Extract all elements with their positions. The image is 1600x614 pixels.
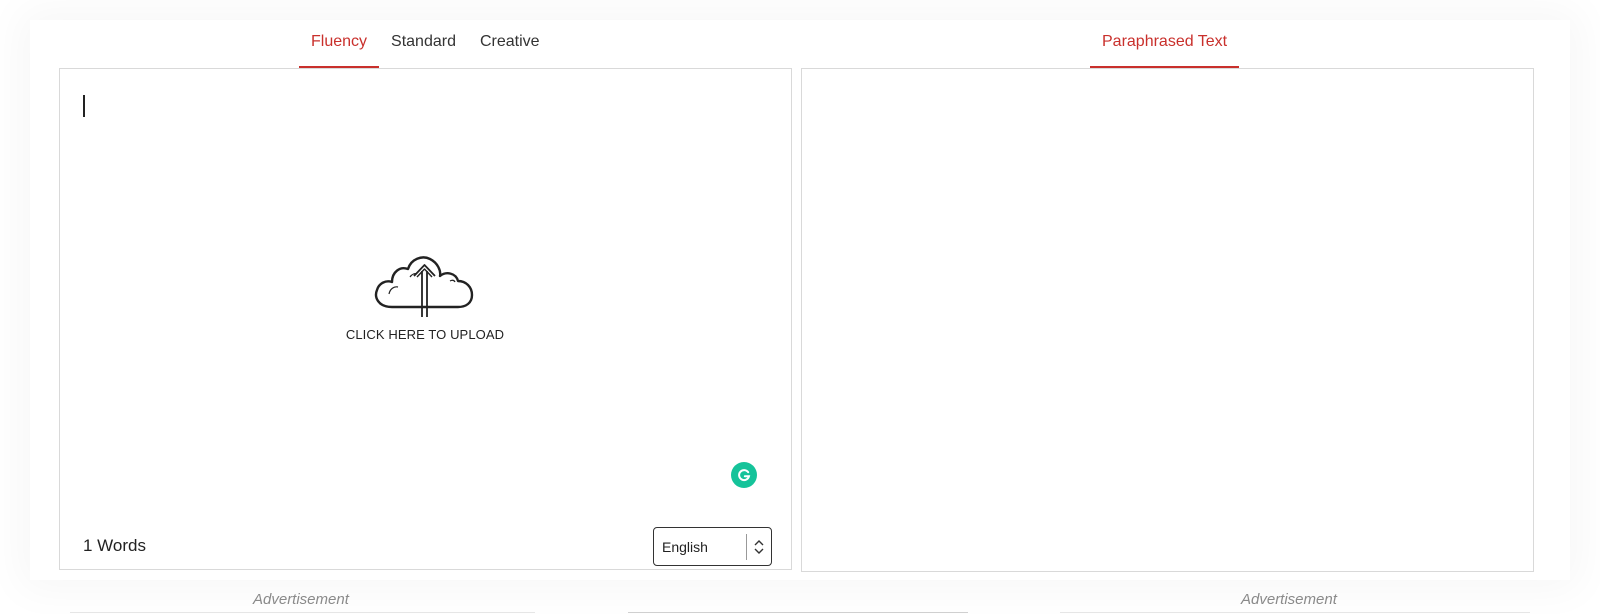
tab-standard[interactable]: Standard	[379, 28, 468, 62]
paraphrased-output-area[interactable]	[801, 68, 1534, 572]
paraphraser-page: Fluency Standard Creative Paraphrased Te…	[0, 0, 1600, 614]
output-tabs: Paraphrased Text	[1090, 28, 1240, 68]
language-selected-value: English	[662, 538, 708, 555]
input-text-area[interactable]: CLICK HERE TO UPLOAD 1 Words English	[59, 68, 792, 570]
updown-chevron-icon	[746, 533, 771, 560]
text-cursor	[83, 95, 85, 117]
word-count: 1 Words	[83, 536, 146, 555]
upload-label: CLICK HERE TO UPLOAD	[345, 327, 505, 342]
ad-slot-left	[70, 612, 535, 613]
tab-fluency[interactable]: Fluency	[299, 28, 380, 68]
cloud-upload-icon	[374, 256, 474, 317]
advertisement-label-right: Advertisement	[1241, 591, 1337, 608]
upload-button[interactable]: CLICK HERE TO UPLOAD	[330, 247, 520, 342]
tab-creative[interactable]: Creative	[468, 28, 552, 62]
advertisement-label-left: Advertisement	[253, 591, 349, 608]
grammarly-icon	[738, 469, 751, 482]
mode-tabs: Fluency Standard Creative	[299, 28, 552, 68]
grammarly-button[interactable]	[731, 462, 757, 488]
tab-paraphrased-text[interactable]: Paraphrased Text	[1090, 28, 1240, 68]
ad-slot-right	[1060, 612, 1530, 613]
language-select[interactable]: English	[653, 527, 772, 566]
ad-slot-center	[628, 612, 968, 613]
